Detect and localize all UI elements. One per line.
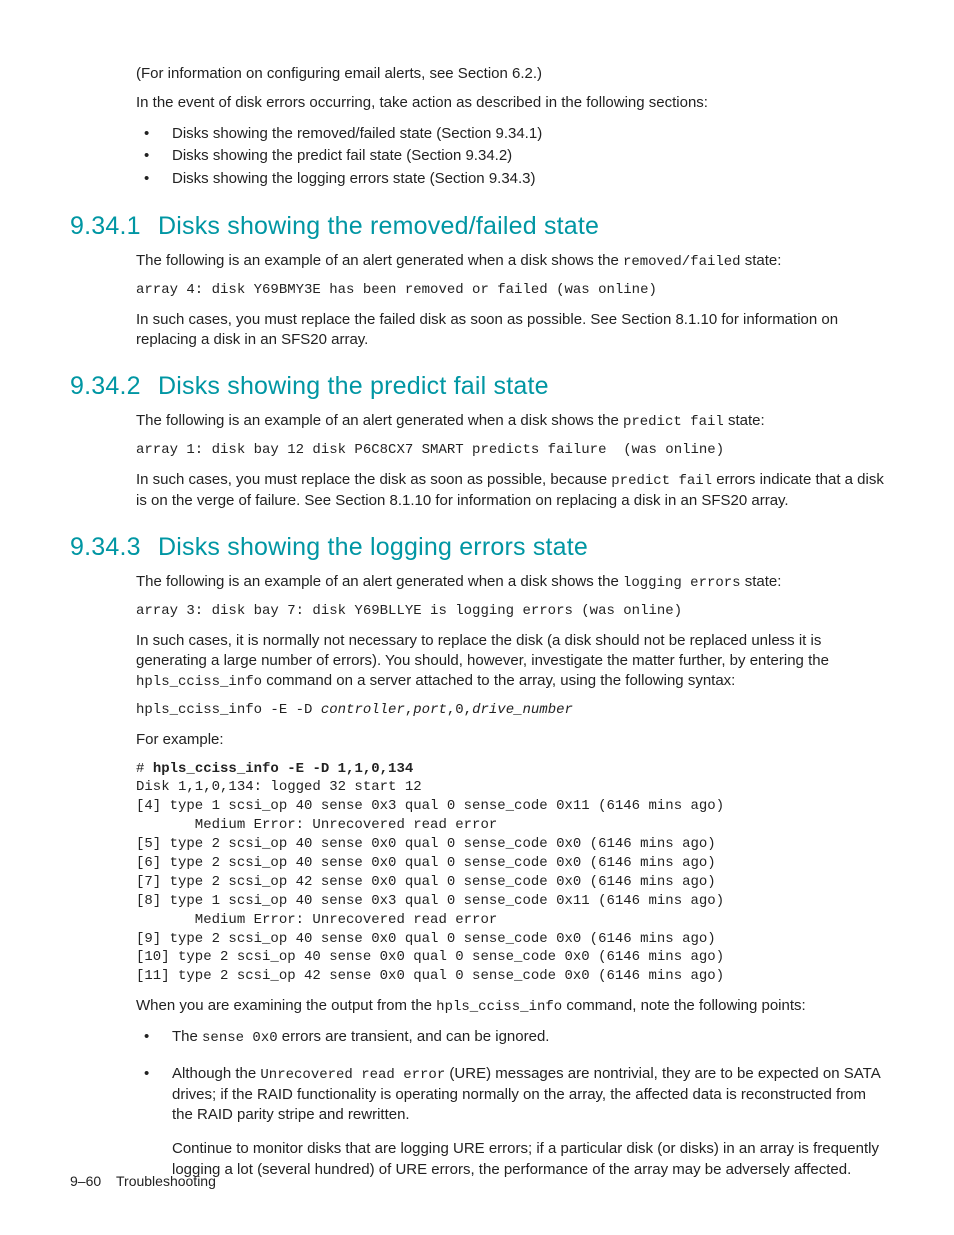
s3-n2a: Although the: [172, 1065, 260, 1082]
s2-p1b: state:: [724, 412, 765, 429]
section-1-body: The following is an example of an alert …: [136, 251, 884, 350]
s3-p4: When you are examining the output from t…: [136, 996, 884, 1017]
s3-n1-code: sense 0x0: [202, 1030, 278, 1046]
heading-title-1: Disks showing the removed/failed state: [158, 212, 599, 240]
s3-ex-out: Disk 1,1,0,134: logged 32 start 12 [4] t…: [136, 779, 724, 984]
s2-p1a: The following is an example of an alert …: [136, 412, 623, 429]
page-footer: 9–60Troubleshooting: [70, 1173, 216, 1189]
s3-syntax: hpls_cciss_info -E -D controller,port,0,…: [136, 701, 884, 720]
s2-p1-code: predict fail: [623, 414, 724, 430]
heading-num-3: 9.34.3: [70, 533, 158, 562]
intro-bullet-1: Disks showing the removed/failed state (…: [136, 123, 884, 146]
intro-p2: In the event of disk errors occurring, t…: [136, 93, 884, 113]
s3-p2: In such cases, it is normally not necess…: [136, 631, 884, 692]
section-3-body: The following is an example of an alert …: [136, 572, 884, 1180]
s1-p1: The following is an example of an alert …: [136, 251, 884, 272]
s3-p3: For example:: [136, 730, 884, 750]
s2-p2: In such cases, you must replace the disk…: [136, 470, 884, 511]
heading-title-2: Disks showing the predict fail state: [158, 372, 549, 400]
intro-bullet-2: Disks showing the predict fail state (Se…: [136, 145, 884, 168]
section-2-body: The following is an example of an alert …: [136, 411, 884, 511]
s1-p1-code: removed/failed: [623, 254, 741, 270]
heading-9-34-2: 9.34.2Disks showing the predict fail sta…: [70, 372, 884, 401]
s3-p1: The following is an example of an alert …: [136, 572, 884, 593]
s3-p4-code: hpls_cciss_info: [436, 999, 562, 1015]
heading-title-3: Disks showing the logging errors state: [158, 533, 588, 561]
s3-p2a: In such cases, it is normally not necess…: [136, 632, 829, 669]
s3-p1-code: logging errors: [623, 575, 741, 591]
s3-n1b: errors are transient, and can be ignored…: [278, 1028, 550, 1045]
heading-9-34-1: 9.34.1Disks showing the removed/failed s…: [70, 212, 884, 241]
s3-syn-d: port: [413, 702, 447, 718]
s3-p4a: When you are examining the output from t…: [136, 997, 436, 1014]
s3-p2-code: hpls_cciss_info: [136, 674, 262, 690]
s3-example: # hpls_cciss_info -E -D 1,1,0,134 Disk 1…: [136, 760, 884, 987]
intro-p1: (For information on configuring email al…: [136, 64, 884, 84]
s3-syn-e: ,0,: [447, 702, 472, 718]
s1-p2: In such cases, you must replace the fail…: [136, 310, 884, 351]
s3-note-2: Although the Unrecovered read error (URE…: [136, 1064, 884, 1180]
heading-num-2: 9.34.2: [70, 372, 158, 401]
s1-p1a: The following is an example of an alert …: [136, 252, 623, 269]
page-number: 9–60: [70, 1173, 116, 1189]
s3-n1a: The: [172, 1028, 202, 1045]
s3-p2b: command on a server attached to the arra…: [262, 672, 735, 689]
s3-p4b: command, note the following points:: [562, 997, 805, 1014]
s3-syn-a: hpls_cciss_info -E -D: [136, 702, 321, 718]
s2-p2a: In such cases, you must replace the disk…: [136, 471, 611, 488]
s3-ex-cmd: hpls_cciss_info -E -D 1,1,0,134: [153, 761, 413, 777]
s3-syn-b: controller: [321, 702, 405, 718]
s3-notes: The sense 0x0 errors are transient, and …: [136, 1027, 884, 1180]
s1-p1b: state:: [741, 252, 782, 269]
heading-9-34-3: 9.34.3Disks showing the logging errors s…: [70, 533, 884, 562]
page: (For information on configuring email al…: [0, 0, 954, 1235]
s3-syn-c: ,: [405, 702, 413, 718]
s3-p1b: state:: [741, 573, 782, 590]
heading-num-1: 9.34.1: [70, 212, 158, 241]
intro-bullets: Disks showing the removed/failed state (…: [136, 123, 884, 191]
s2-p1: The following is an example of an alert …: [136, 411, 884, 432]
s3-syn-f: drive_number: [472, 702, 573, 718]
intro-bullet-3: Disks showing the logging errors state (…: [136, 168, 884, 191]
intro-block: (For information on configuring email al…: [136, 64, 884, 190]
s3-note-2-cont: Continue to monitor disks that are loggi…: [172, 1139, 884, 1180]
chapter-title: Troubleshooting: [116, 1173, 216, 1189]
s3-n2-code: Unrecovered read error: [260, 1067, 445, 1083]
s1-code: array 4: disk Y69BMY3E has been removed …: [136, 281, 884, 300]
s3-code1: array 3: disk bay 7: disk Y69BLLYE is lo…: [136, 602, 884, 621]
s2-code: array 1: disk bay 12 disk P6C8CX7 SMART …: [136, 441, 884, 460]
s2-p2-code: predict fail: [611, 473, 712, 489]
s3-note-1: The sense 0x0 errors are transient, and …: [136, 1027, 884, 1048]
s3-p1a: The following is an example of an alert …: [136, 573, 623, 590]
